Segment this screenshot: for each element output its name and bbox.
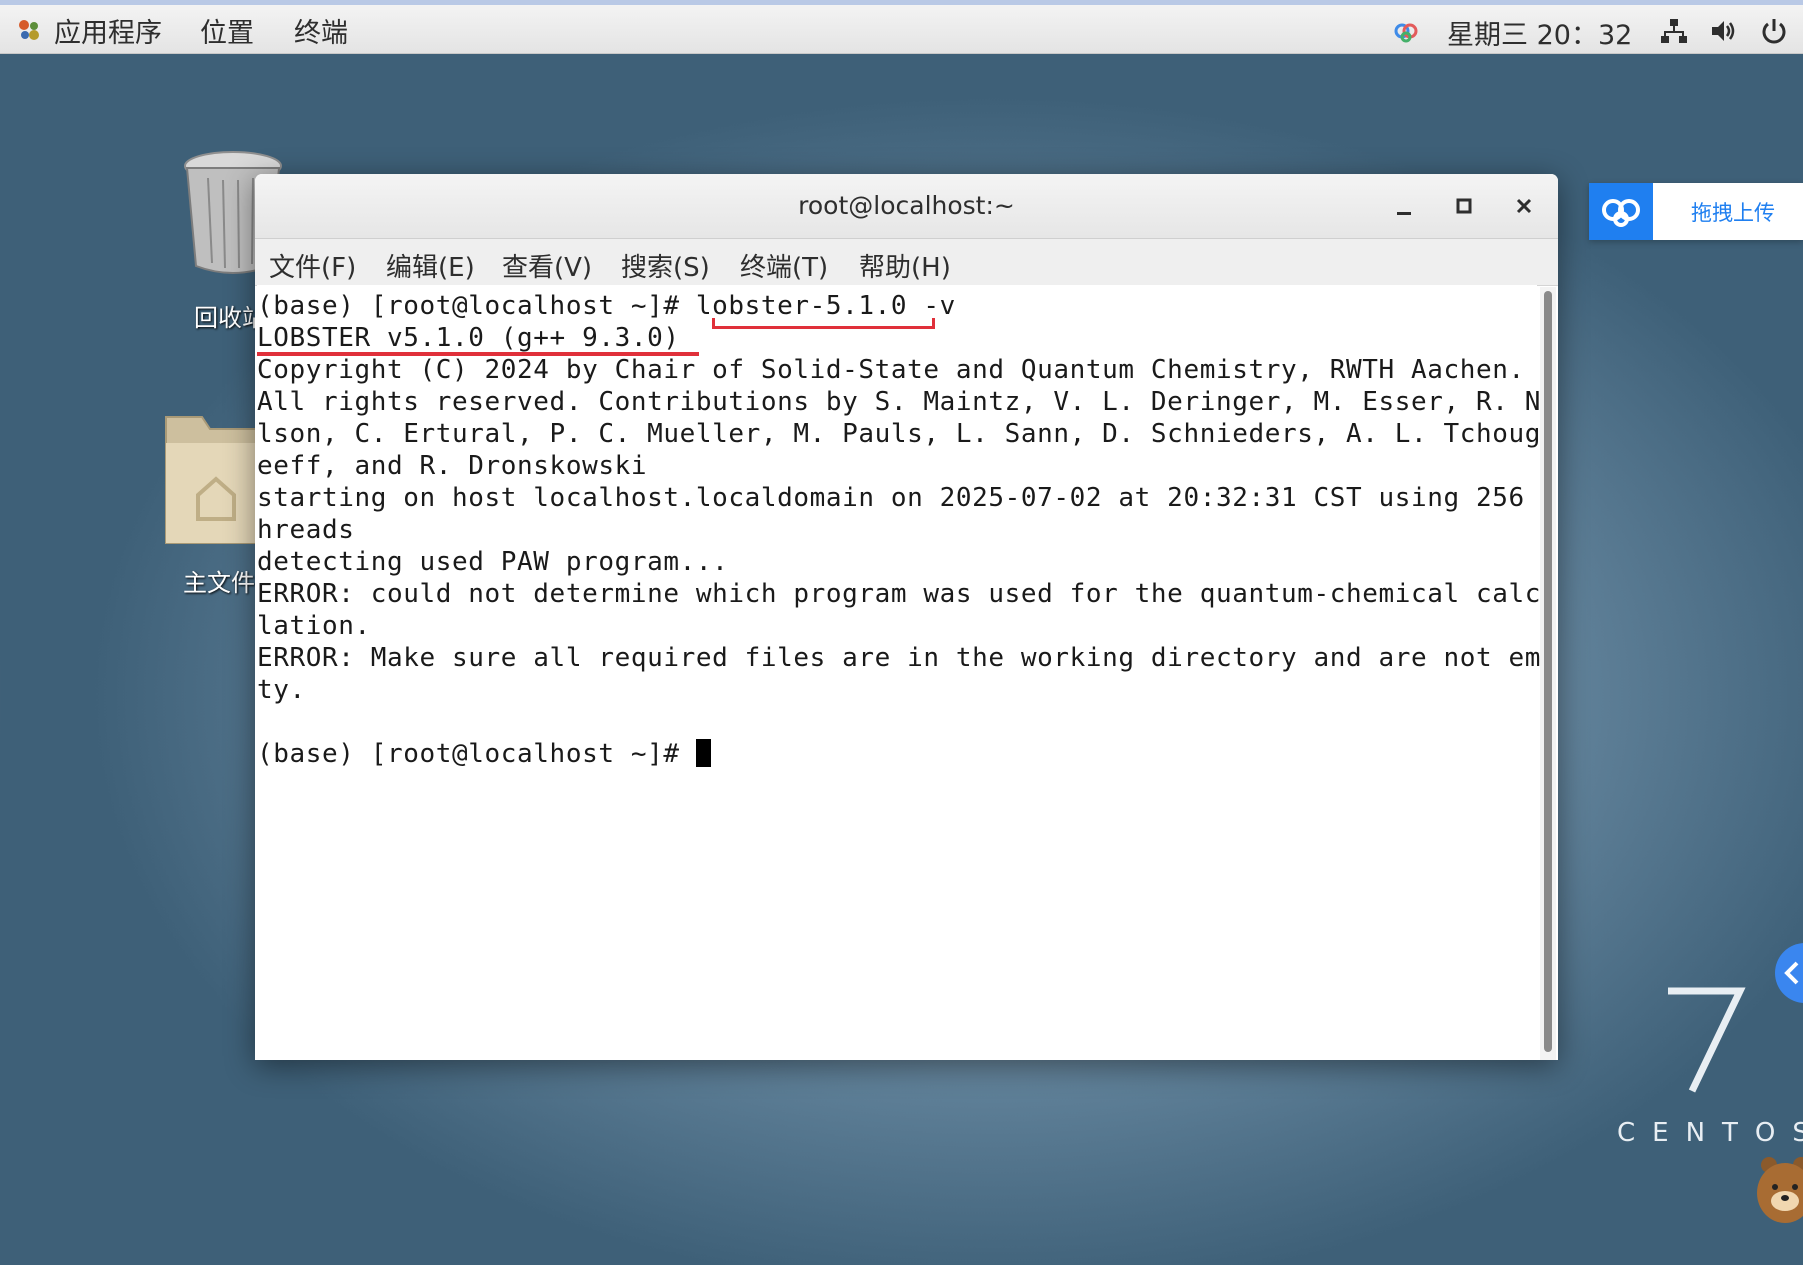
chevron-left-icon [1784, 961, 1799, 985]
menu-search[interactable]: 搜索(S) [621, 247, 710, 284]
menu-edit[interactable]: 编辑(E) [386, 247, 475, 284]
menu-help[interactable]: 帮助(H) [859, 247, 951, 284]
centos-version-numeral [1668, 987, 1746, 1093]
terminal-line: (base) [root@localhost ~]# lobster-5.1.0… [257, 291, 956, 321]
maximize-icon[interactable] [1446, 188, 1482, 224]
command-annotation-underline [712, 318, 935, 329]
terminal-output[interactable]: (base) [root@localhost ~]# lobster-5.1.0… [257, 285, 1557, 1060]
terminal-menubar: 文件(F) 编辑(E) 查看(V) 搜索(S) 终端(T) 帮助(H) [255, 239, 1558, 286]
network-icon[interactable] [1660, 17, 1688, 45]
version-annotation-underline [257, 350, 699, 356]
terminal-line: starting on host localhost.localdomain o… [257, 483, 1558, 513]
terminal-prompt-line: (base) [root@localhost ~]# [257, 739, 711, 769]
side-expand-tab[interactable] [1775, 943, 1803, 1003]
scrollbar-thumb[interactable] [1544, 291, 1552, 1052]
terminal-line: lation. [257, 611, 371, 641]
terminal-menu[interactable]: 终端 [294, 11, 348, 50]
text-cursor [695, 739, 711, 767]
terminal-titlebar[interactable]: root@localhost:~ [255, 174, 1558, 239]
terminal-line: eeff, and R. Dronskowski [257, 451, 648, 481]
terminal-line: ty. [257, 675, 306, 705]
menu-file[interactable]: 文件(F) [269, 247, 356, 284]
menu-terminal[interactable]: 终端(T) [740, 247, 828, 284]
terminal-line: All rights reserved. Contributions by S.… [257, 387, 1558, 417]
terminal-line: Copyright (C) 2024 by Chair of Solid-Sta… [257, 355, 1525, 385]
baidu-netdisk-icon [1602, 199, 1640, 227]
centos-wordmark: CENTOS [1617, 1118, 1803, 1148]
places-menu[interactable]: 位置 [200, 11, 254, 50]
terminal-line: hreads [257, 515, 355, 545]
menu-view[interactable]: 查看(V) [502, 247, 592, 284]
baidu-netdisk-tray-icon[interactable] [1392, 17, 1420, 45]
power-icon[interactable] [1760, 17, 1788, 45]
volume-icon[interactable] [1709, 17, 1737, 45]
bear-mascot-icon[interactable] [1755, 1155, 1803, 1230]
window-title: root@localhost:~ [798, 191, 1015, 220]
home-folder-icon[interactable] [158, 403, 268, 553]
terminal-prompt: (base) [root@localhost ~]# [257, 739, 696, 769]
top-panel: 应用程序 位置 终端 星期三 20：32 [0, 0, 1803, 54]
clock[interactable]: 星期三 20：32 [1447, 13, 1632, 52]
terminal-line: LOBSTER v5.1.0 (g++ 9.3.0) [257, 323, 680, 353]
applications-menu[interactable]: 应用程序 [54, 11, 162, 50]
drag-upload-label: 拖拽上传 [1691, 201, 1775, 225]
close-icon[interactable] [1506, 188, 1542, 224]
terminal-scrollbar[interactable] [1540, 287, 1556, 1060]
minimize-icon[interactable] [1386, 188, 1422, 224]
terminal-line: lson, C. Ertural, P. C. Mueller, M. Paul… [257, 419, 1558, 449]
terminal-line: ERROR: Make sure all required files are … [257, 643, 1558, 673]
upload-icon-box [1589, 183, 1653, 240]
terminal-line: ERROR: could not determine which program… [257, 579, 1558, 609]
terminal-line: detecting used PAW program... [257, 547, 729, 577]
drag-upload-widget[interactable]: 拖拽上传 [1589, 183, 1803, 240]
applications-icon[interactable] [16, 17, 42, 43]
terminal-window: root@localhost:~ 文件(F) 编辑(E) 查看(V) 搜索(S)… [255, 174, 1558, 1060]
